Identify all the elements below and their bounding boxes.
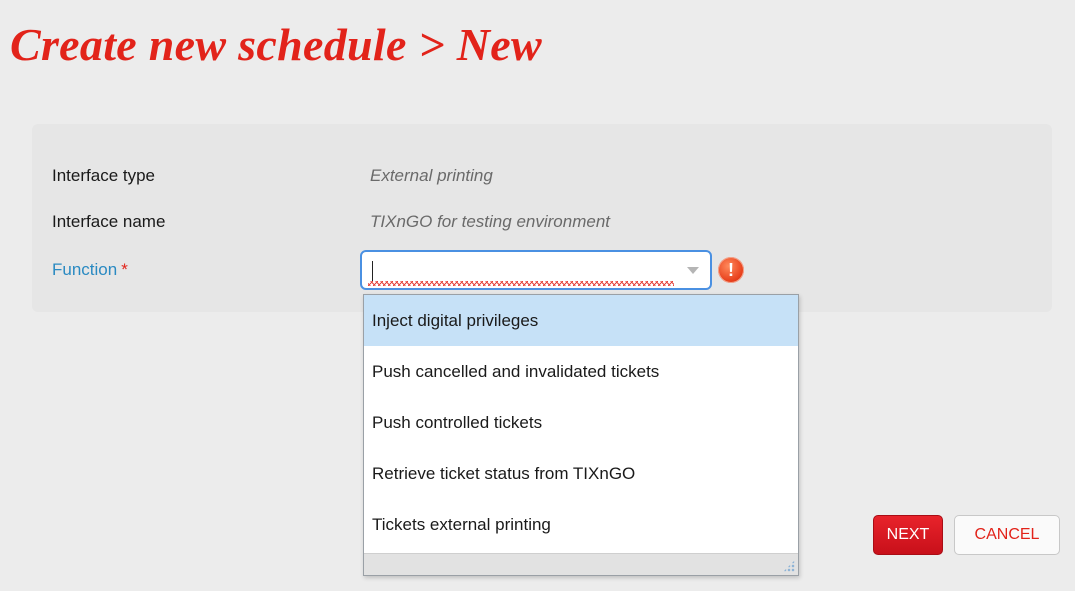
interface-name-label: Interface name — [52, 212, 166, 231]
function-combobox[interactable] — [360, 250, 712, 290]
page: Create new schedule > New Interface type… — [0, 0, 1075, 591]
resize-grip-icon[interactable] — [783, 560, 795, 572]
chevron-down-icon — [687, 266, 699, 274]
interface-type-value: External printing — [370, 166, 493, 185]
dropdown-option[interactable]: Push controlled tickets — [364, 397, 798, 448]
dropdown-option[interactable]: Tickets external printing — [364, 499, 798, 550]
invalid-underline — [368, 281, 674, 286]
cancel-button[interactable]: CANCEL — [954, 515, 1060, 555]
interface-type-row: Interface type External printing — [52, 164, 493, 188]
dropdown-option[interactable]: Retrieve ticket status from TIXnGO — [364, 448, 798, 499]
function-label: Function * — [52, 260, 370, 280]
text-caret — [372, 261, 373, 281]
exclamation-circle-icon: ! — [718, 257, 744, 283]
dropdown-option[interactable]: Push cancelled and invalidated tickets — [364, 346, 798, 397]
function-dropdown-list: Inject digital privileges Push cancelled… — [363, 294, 799, 576]
page-title: Create new schedule > New — [10, 19, 543, 70]
function-row: Function * — [52, 258, 370, 282]
dropdown-footer — [364, 553, 798, 575]
interface-type-label: Interface type — [52, 166, 156, 185]
function-label-text: Function — [52, 260, 118, 279]
interface-name-row: Interface name TIXnGO for testing enviro… — [52, 210, 610, 234]
interface-name-value: TIXnGO for testing environment — [370, 212, 610, 231]
function-input[interactable] — [366, 257, 676, 283]
dropdown-option[interactable]: Inject digital privileges — [364, 295, 798, 346]
next-button[interactable]: NEXT — [873, 515, 943, 555]
required-marker: * — [121, 260, 128, 279]
function-dropdown-trigger[interactable] — [676, 252, 710, 288]
